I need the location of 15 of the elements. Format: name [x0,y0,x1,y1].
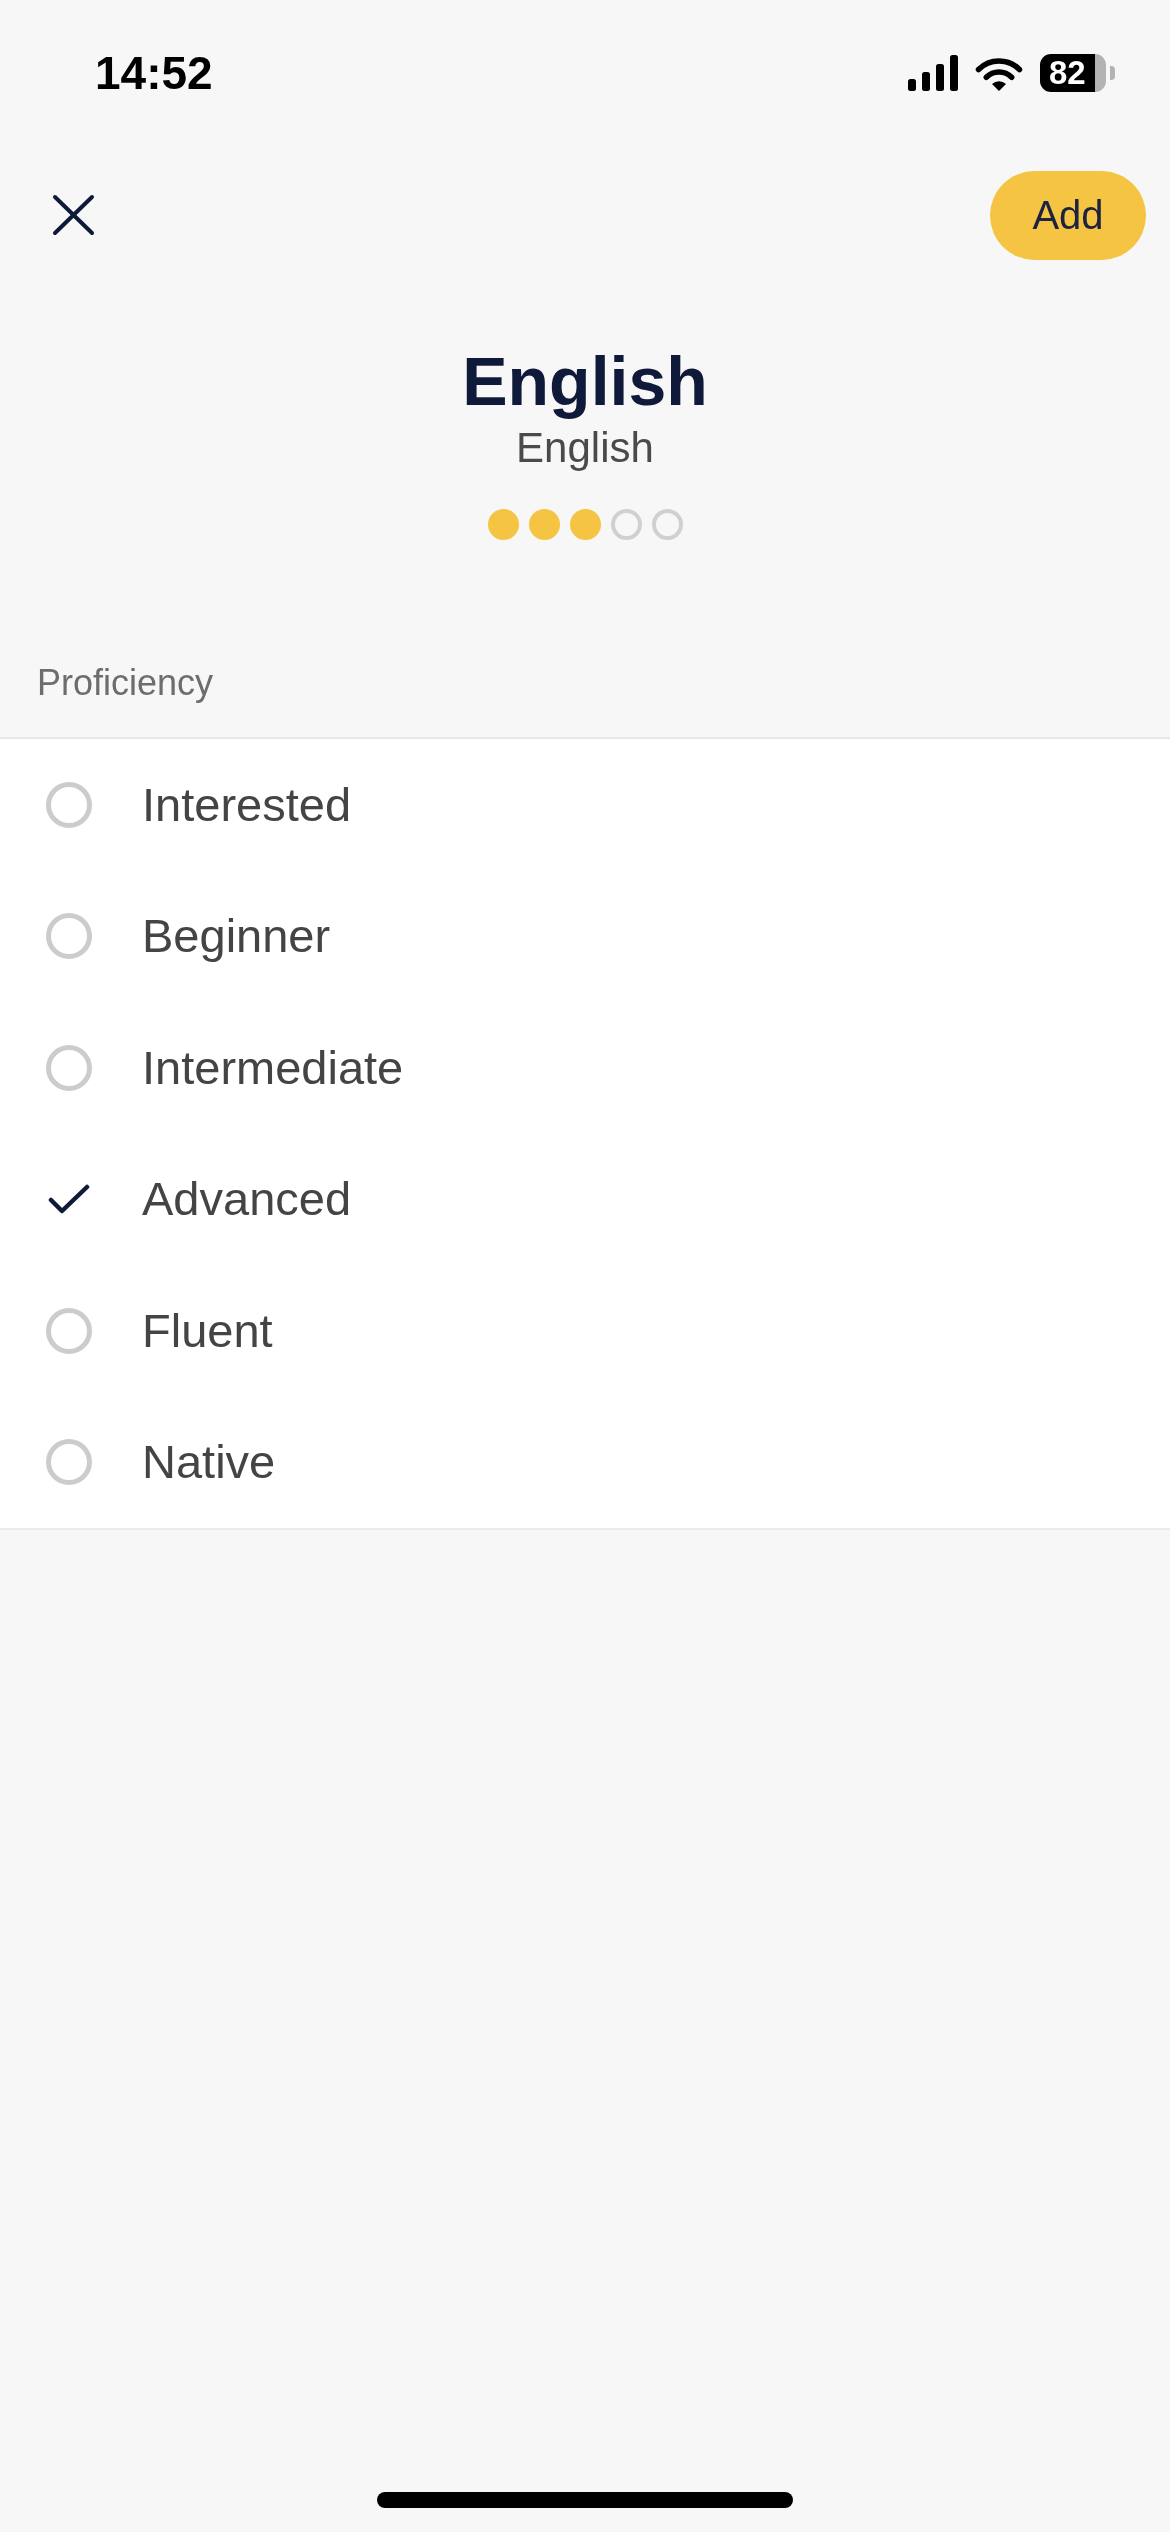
battery-cap-icon [1110,66,1115,80]
proficiency-option[interactable]: Advanced [0,1133,1170,1265]
proficiency-option[interactable]: Interested [0,739,1170,871]
battery-indicator: 82 [1040,54,1106,92]
proficiency-option[interactable]: Fluent [0,1265,1170,1397]
proficiency-option[interactable]: Intermediate [0,1002,1170,1134]
proficiency-option[interactable]: Native [0,1396,1170,1528]
section-title: Proficiency [37,662,214,703]
signal-icon [908,55,958,91]
language-title: English [461,342,709,421]
status-time: 14:52 [95,50,213,96]
add-button[interactable]: Add [990,170,1146,260]
proficiency-option[interactable]: Beginner [0,870,1170,1002]
language-native-name: English [515,423,655,473]
close-icon[interactable] [52,194,95,236]
